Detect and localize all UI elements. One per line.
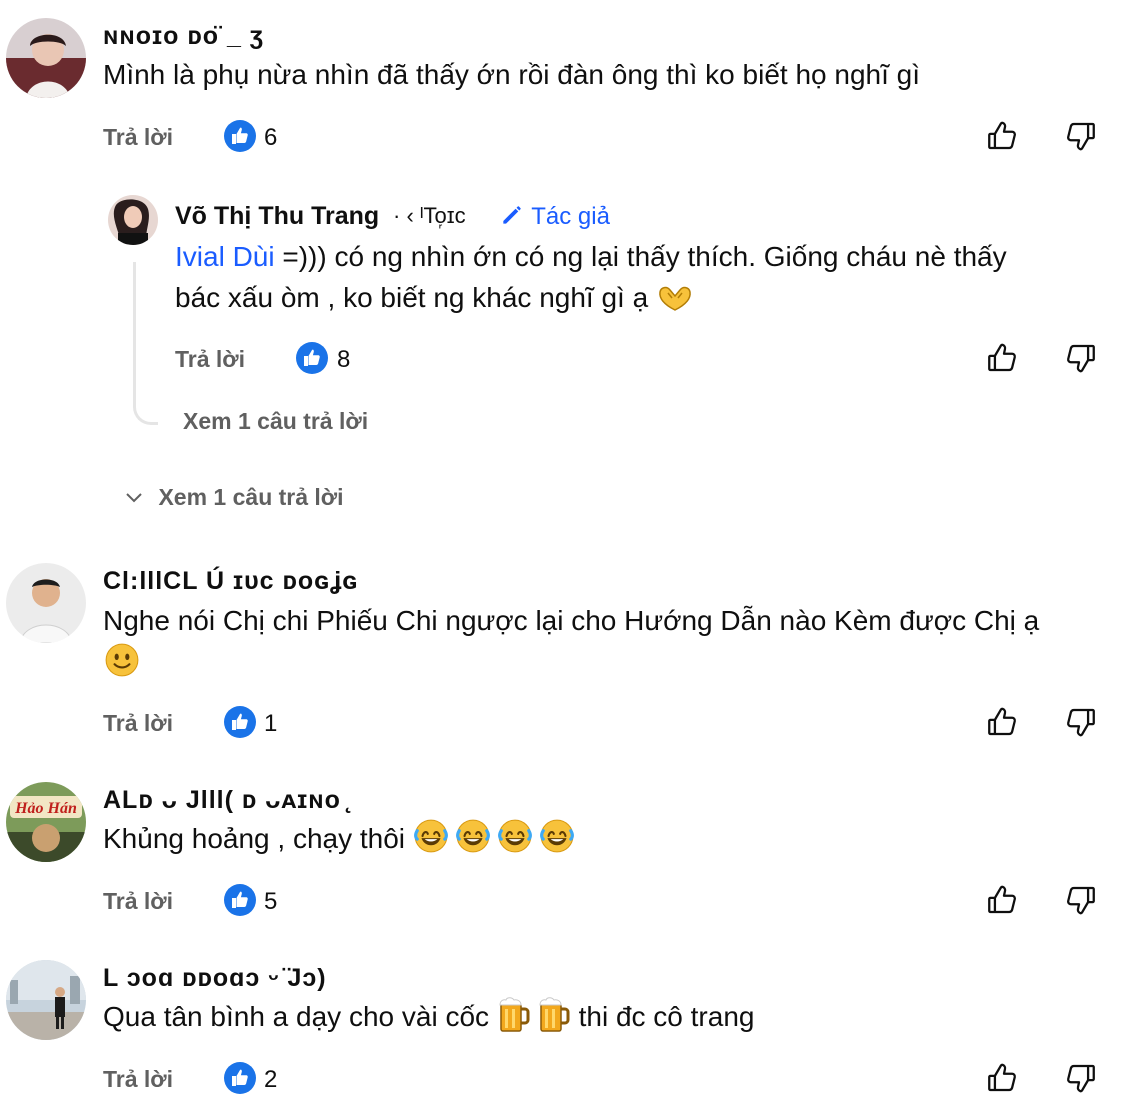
mention-link[interactable]: Ivial Dùi [175, 241, 275, 272]
thumb-down-icon[interactable] [1064, 705, 1098, 739]
view-replies-toggle[interactable]: Xem 1 câu trả lời [122, 484, 344, 514]
thumb-up-icon[interactable] [985, 119, 1019, 153]
like-badge-icon [223, 1061, 257, 1095]
comment-text: Nghe nói Chị chi Phiếu Chi ngược lại cho… [103, 605, 1040, 636]
like-badge-icon [223, 705, 257, 739]
comment-text-row: Qua tân bình a dạy cho vài cốc thi đc cô… [103, 996, 754, 1037]
rolling-laughing-emoji [413, 818, 449, 854]
comment-text: Khủng hoảng , chạy thôi [103, 823, 406, 854]
avatar[interactable] [6, 563, 86, 643]
thumb-up-icon[interactable] [985, 341, 1019, 375]
avatar-logo-text: Hảo Hán [14, 800, 77, 817]
rolling-laughing-emoji [497, 818, 533, 854]
like-count: 1 [264, 710, 278, 737]
reply-text-line2: bác xấu òm , ko biết ng khác nghĩ gì ạ [175, 282, 649, 313]
chevron-down-icon [126, 493, 142, 503]
avatar[interactable] [6, 960, 86, 1040]
thumb-up-icon[interactable] [985, 1061, 1019, 1095]
thread-line [133, 262, 158, 425]
beer-mug-emoji [537, 996, 571, 1034]
thumb-down-icon[interactable] [1064, 119, 1098, 153]
thumb-down-icon[interactable] [1064, 341, 1098, 375]
reply-author-suffix: · ‹ ᴵTo᷊ɪc [393, 203, 466, 228]
reply-button[interactable]: Trả lời [175, 346, 245, 373]
rolling-laughing-emoji [455, 818, 491, 854]
like-count: 6 [264, 124, 278, 151]
avatar[interactable] [108, 195, 158, 245]
thumb-down-icon[interactable] [1064, 1061, 1098, 1095]
author-badge-label: Tác giả [531, 203, 610, 230]
comment-text-row: Khủng hoảng , chạy thôi [103, 818, 575, 859]
like-count: 2 [264, 1066, 278, 1093]
like-badge-icon [223, 883, 257, 917]
comment-text-end: thi đc cô trang [578, 1001, 755, 1032]
comment-text-start: Qua tân bình a dạy cho vài cốc [103, 1001, 490, 1032]
rolling-laughing-emoji [539, 818, 575, 854]
beer-mug-emoji [497, 996, 531, 1034]
reply-button[interactable]: Trả lời [103, 710, 173, 737]
view-replies-label: Xem 1 câu trả lời [158, 484, 344, 510]
slightly-smiling-emoji [104, 642, 140, 678]
like-badge-icon [223, 119, 257, 153]
pencil-icon [503, 206, 521, 224]
thumb-up-icon[interactable] [985, 705, 1019, 739]
avatar[interactable]: Hảo Hán [6, 782, 86, 862]
reply-button[interactable]: Trả lời [103, 888, 173, 915]
comment-author[interactable]: L ᴐᴏɑ ᴅᴅᴏɑᴐ ᵕ ̈Jᴐ) [103, 964, 327, 993]
reply-text: Ivial Dùi =))) có ng nhìn ớn có ng lại t… [175, 236, 1007, 277]
view-nested-replies-link[interactable]: Xem 1 câu trả lời [183, 408, 368, 435]
reply-text-line2-row: bác xấu òm , ko biết ng khác nghĩ gì ạ [175, 277, 694, 318]
comment-author[interactable]: Cl:lllCL Ú ɪᴜc ᴅᴏɢʝɢ [103, 567, 358, 596]
reply-button[interactable]: Trả lời [103, 1066, 173, 1093]
heart-hands-emoji [656, 283, 694, 313]
thumb-up-icon[interactable] [985, 883, 1019, 917]
comment-author[interactable]: ɴɴᴏɪᴏ ᴅᴏ̈ _ ʒ [103, 22, 264, 51]
comment-author[interactable]: ALᴅ ᴗ Jlll( ᴅ ᴗᴀɪɴᴏ ̨ [103, 786, 349, 815]
reply-text-line1: =))) có ng nhìn ớn có ng lại thấy thích.… [282, 241, 1007, 272]
thumb-down-icon[interactable] [1064, 883, 1098, 917]
author-badge: Tác giả [499, 202, 610, 231]
like-badge-icon [295, 341, 329, 375]
reply-button[interactable]: Trả lời [103, 124, 173, 151]
comment-text: Mình là phụ nừa nhìn đã thấy ớn rồi đàn … [103, 59, 921, 90]
reply-author[interactable]: Võ Thị Thu Trang [175, 202, 379, 231]
avatar[interactable] [6, 18, 86, 98]
like-count: 8 [337, 346, 351, 373]
like-count: 5 [264, 888, 278, 915]
